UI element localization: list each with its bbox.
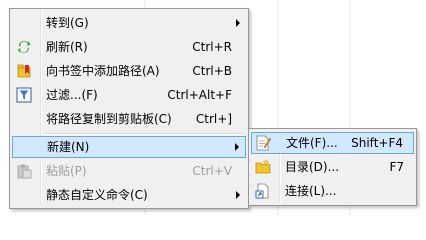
menu-item-label: 将路径复制到剪贴板(C): [46, 112, 172, 126]
menu-item-label: 转到(G): [46, 16, 89, 30]
menu-item-copy-path[interactable]: 将路径复制到剪贴板(C) Ctrl+]: [12, 108, 246, 130]
submenu-item-shortcut: Shift+F4: [351, 136, 403, 150]
submenu-item-shortcut: F7: [389, 160, 404, 174]
submenu-arrow-icon: [236, 19, 240, 27]
menu-item-new[interactable]: 新建(N): [12, 136, 246, 158]
submenu-arrow-icon: [236, 191, 240, 199]
new-folder-icon: [255, 159, 271, 174]
menu-item-filter[interactable]: 过滤...(F) Ctrl+Alt+F: [12, 84, 246, 106]
bookmark-add-icon: [17, 64, 31, 78]
menu-item-add-bookmark[interactable]: 向书签中添加路径(A) Ctrl+B: [12, 60, 246, 82]
menu-item-paste[interactable]: 粘贴(P) Ctrl+V: [12, 160, 246, 182]
submenu-item-link[interactable]: 连接(L)...: [251, 180, 414, 202]
submenu-item-label: 文件(F)...: [286, 136, 338, 150]
submenu-item-directory[interactable]: 目录(D)... F7: [251, 156, 414, 178]
menu-item-refresh[interactable]: 刷新(R) Ctrl+R: [12, 36, 246, 58]
context-menu: 转到(G) 刷新(R) Ctrl+R 向书签中添加路径(A) Ctrl+B 过滤…: [9, 8, 249, 209]
submenu-item-label: 目录(D)...: [285, 160, 340, 174]
menu-item-label: 新建(N): [47, 140, 90, 154]
filter-icon: [16, 87, 32, 103]
new-submenu: 文件(F)... Shift+F4 目录(D)... F7 连接(L)...: [248, 128, 417, 206]
new-file-icon: [256, 135, 271, 151]
menu-item-shortcut: Ctrl+Alt+F: [167, 88, 232, 102]
menu-item-shortcut: Ctrl+B: [192, 64, 232, 78]
submenu-item-file[interactable]: 文件(F)... Shift+F4: [251, 132, 414, 154]
submenu-arrow-icon: [235, 143, 239, 151]
menu-item-static-custom-commands[interactable]: 静态自定义命令(C): [12, 184, 246, 206]
paste-icon: [17, 164, 32, 179]
menu-item-label: 刷新(R): [46, 40, 88, 54]
menu-item-label: 过滤...(F): [46, 88, 98, 102]
submenu-item-label: 连接(L)...: [285, 184, 337, 198]
menu-item-label: 粘贴(P): [46, 164, 87, 178]
menu-item-shortcut: Ctrl+]: [195, 112, 232, 126]
menu-item-label: 静态自定义命令(C): [46, 188, 148, 202]
menu-separator: [43, 133, 243, 135]
new-link-icon: [255, 183, 269, 199]
menu-item-goto[interactable]: 转到(G): [12, 12, 246, 34]
menu-item-label: 向书签中添加路径(A): [46, 64, 160, 78]
refresh-icon: [17, 41, 31, 54]
menu-item-shortcut: Ctrl+V: [192, 164, 232, 178]
menu-item-shortcut: Ctrl+R: [192, 40, 232, 54]
